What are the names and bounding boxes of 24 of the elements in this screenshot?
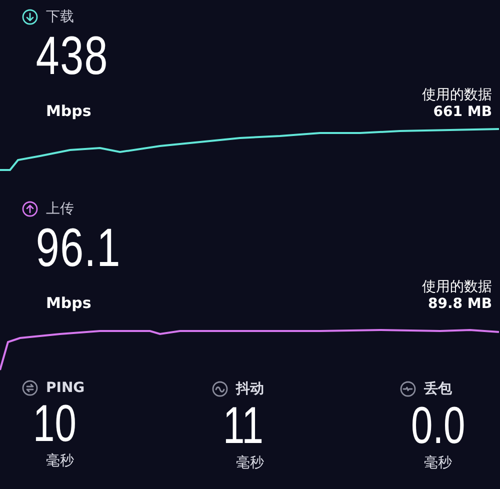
metric-label: PING xyxy=(46,380,85,396)
metric-value: 10 xyxy=(32,396,76,452)
speed-label: 下载 xyxy=(46,8,74,26)
metric-value: 11 xyxy=(222,398,264,454)
metric-label: 丢包 xyxy=(424,380,452,398)
metric-unit: 毫秒 xyxy=(423,454,453,472)
data-used-label: 使用的数据 xyxy=(422,86,492,104)
arrows-icon xyxy=(22,380,38,396)
metric-label: 抖动 xyxy=(236,380,264,398)
speed-unit: Mbps xyxy=(46,102,92,120)
data-used-value: 89.8 MB xyxy=(428,296,492,312)
metric-unit: 毫秒 xyxy=(235,454,265,472)
pulse-icon xyxy=(400,381,416,397)
metric-value: 0.0 xyxy=(410,398,466,454)
speed-value: 438 xyxy=(34,26,108,86)
metric-unit: 毫秒 xyxy=(45,452,75,470)
speed-label: 上传 xyxy=(46,200,74,218)
wave-icon xyxy=(212,381,228,397)
upload-icon xyxy=(22,201,38,217)
download-icon xyxy=(22,9,38,25)
speed-value: 96.1 xyxy=(34,218,121,278)
data-used-value: 661 MB xyxy=(433,104,492,120)
speed-unit: Mbps xyxy=(46,294,92,312)
data-used-label: 使用的数据 xyxy=(422,278,492,296)
